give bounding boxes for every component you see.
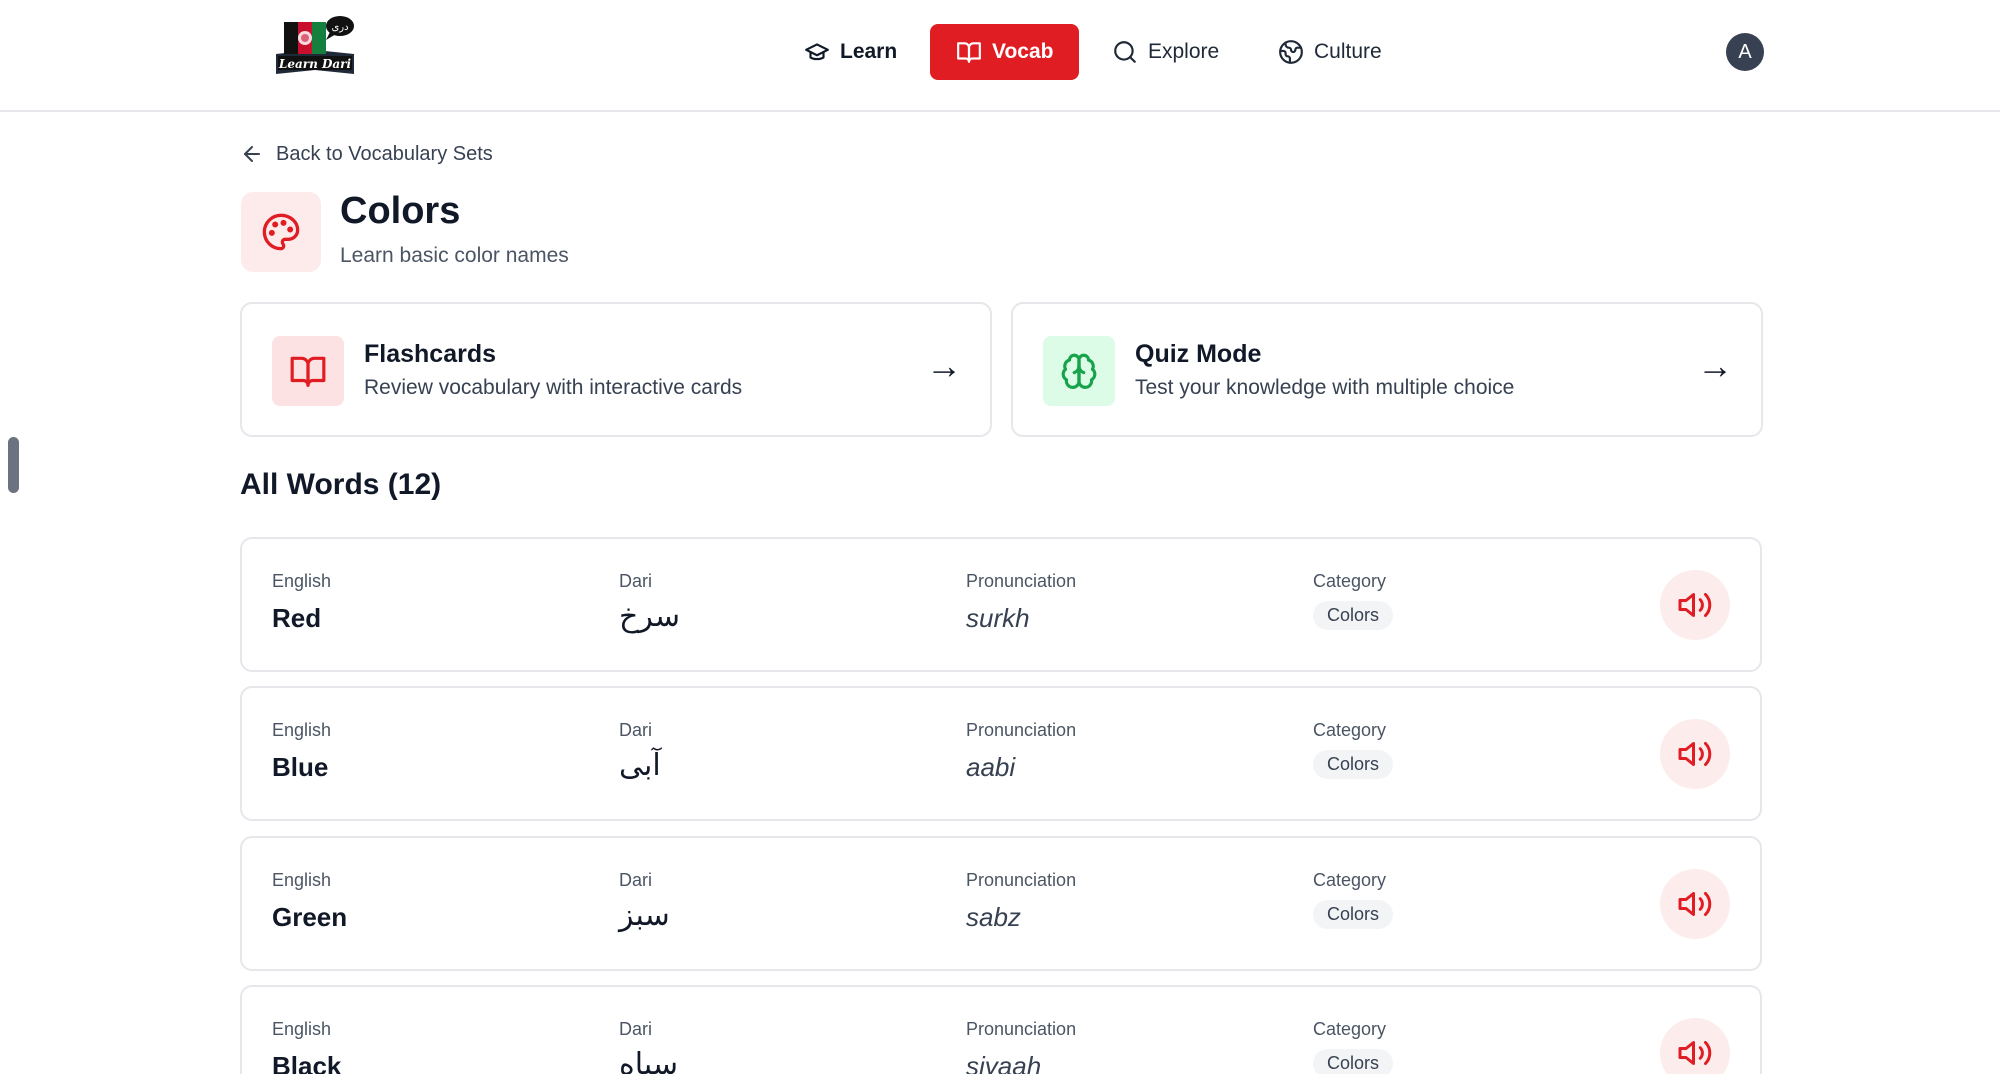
category-badge: Colors (1313, 750, 1394, 779)
nav-culture-label: Culture (1314, 40, 1382, 63)
pronunciation-value: sabz (966, 902, 1021, 932)
arrow-left-icon (244, 146, 260, 162)
page-title: Colors (340, 190, 461, 232)
quiz-mode-description: Test your knowledge with multiple choice (1135, 376, 1515, 399)
category-label: Category (1313, 571, 1387, 591)
nav-culture[interactable]: Culture (1252, 24, 1408, 80)
pronunciation-label: Pronunciation (966, 1019, 1077, 1039)
english-label: English (272, 1019, 332, 1039)
category-label: Category (1313, 870, 1387, 890)
english-value: Blue (272, 752, 329, 782)
english-label: English (272, 870, 332, 890)
quiz-mode-card[interactable]: Quiz Mode Test your knowledge with multi… (1011, 302, 1763, 437)
user-avatar[interactable]: A (1726, 33, 1764, 71)
speaker-icon (1678, 593, 1712, 617)
flashcards-description: Review vocabulary with interactive cards (364, 376, 743, 399)
english-value: Green (272, 902, 348, 932)
dari-value: آبی (619, 748, 661, 783)
english-label: English (272, 571, 332, 591)
category-label: Category (1313, 720, 1387, 740)
category-label: Category (1313, 1019, 1387, 1039)
arrow-right-icon: → (926, 345, 962, 386)
search-icon (1114, 41, 1136, 63)
pronunciation-label: Pronunciation (966, 870, 1077, 890)
graduation-cap-icon (805, 43, 829, 61)
nav-vocab-label: Vocab (992, 40, 1054, 63)
word-row: English Green Dari سبز Pronunciation sabz C… (240, 836, 1762, 971)
palette-icon (262, 213, 300, 251)
category-badge: Colors (1313, 900, 1394, 929)
pronunciation-label: Pronunciation (966, 571, 1077, 591)
play-audio-button[interactable] (1660, 719, 1730, 789)
pronunciation-value: aabi (966, 752, 1016, 782)
book-open-icon (290, 356, 326, 387)
dari-value: سرخ (619, 599, 681, 634)
main-nav: Learn Vocab Explore Culture (0, 24, 2000, 80)
nav-learn-label: Learn (840, 40, 898, 63)
play-audio-button[interactable] (1660, 1018, 1730, 1074)
dari-label: Dari (619, 571, 653, 591)
globe-icon (1279, 40, 1303, 64)
pronunciation-value: siyaah (966, 1051, 1042, 1074)
speaker-icon (1678, 742, 1712, 766)
nav-explore[interactable]: Explore (1086, 24, 1245, 80)
book-open-icon (957, 42, 981, 63)
nav-learn[interactable]: Learn (778, 24, 923, 80)
nav-explore-label: Explore (1148, 40, 1220, 63)
pronunciation-value: surkh (966, 603, 1030, 633)
category-badge: Colors (1313, 1049, 1394, 1074)
back-link[interactable]: Back to Vocabulary Sets (240, 142, 493, 166)
flashcards-title: Flashcards (364, 340, 497, 368)
dari-label: Dari (619, 720, 653, 740)
arrow-right-icon: → (1697, 345, 1733, 386)
dari-label: Dari (619, 870, 653, 890)
dari-value: سیاه (619, 1047, 679, 1074)
category-badge: Colors (1313, 601, 1394, 630)
brain-icon (1061, 353, 1097, 389)
quiz-mode-title: Quiz Mode (1135, 340, 1262, 368)
word-row: English Red Dari سرخ Pronunciation surkh Ca… (240, 537, 1762, 672)
pronunciation-label: Pronunciation (966, 720, 1077, 740)
english-value: Red (272, 603, 322, 633)
page-subtitle: Learn basic color names (340, 244, 569, 267)
speaker-icon (1678, 1041, 1712, 1065)
play-audio-button[interactable] (1660, 570, 1730, 640)
back-link-label: Back to Vocabulary Sets (276, 142, 493, 165)
word-row: English Blue Dari آبی Pronunciation aabi Ca… (240, 686, 1762, 821)
flashcards-icon-tile (272, 336, 344, 406)
nav-vocab[interactable]: Vocab (930, 24, 1080, 80)
quiz-icon-tile (1043, 336, 1115, 406)
all-words-heading: All Words (12) (240, 468, 442, 501)
dari-value: سبز (619, 898, 670, 933)
english-value: Black (272, 1051, 342, 1074)
flashcards-card[interactable]: Flashcards Review vocabulary with intera… (240, 302, 992, 437)
top-header: دری Learn Dari Learn Vocab Explore Cultu… (0, 0, 2000, 112)
word-row: English Black Dari سیاه Pronunciation siyaa… (240, 985, 1762, 1074)
scrollbar-handle[interactable] (8, 437, 19, 493)
play-audio-button[interactable] (1660, 869, 1730, 939)
dari-label: Dari (619, 1019, 653, 1039)
english-label: English (272, 720, 332, 740)
speaker-icon (1678, 892, 1712, 916)
set-icon-tile (241, 192, 321, 272)
